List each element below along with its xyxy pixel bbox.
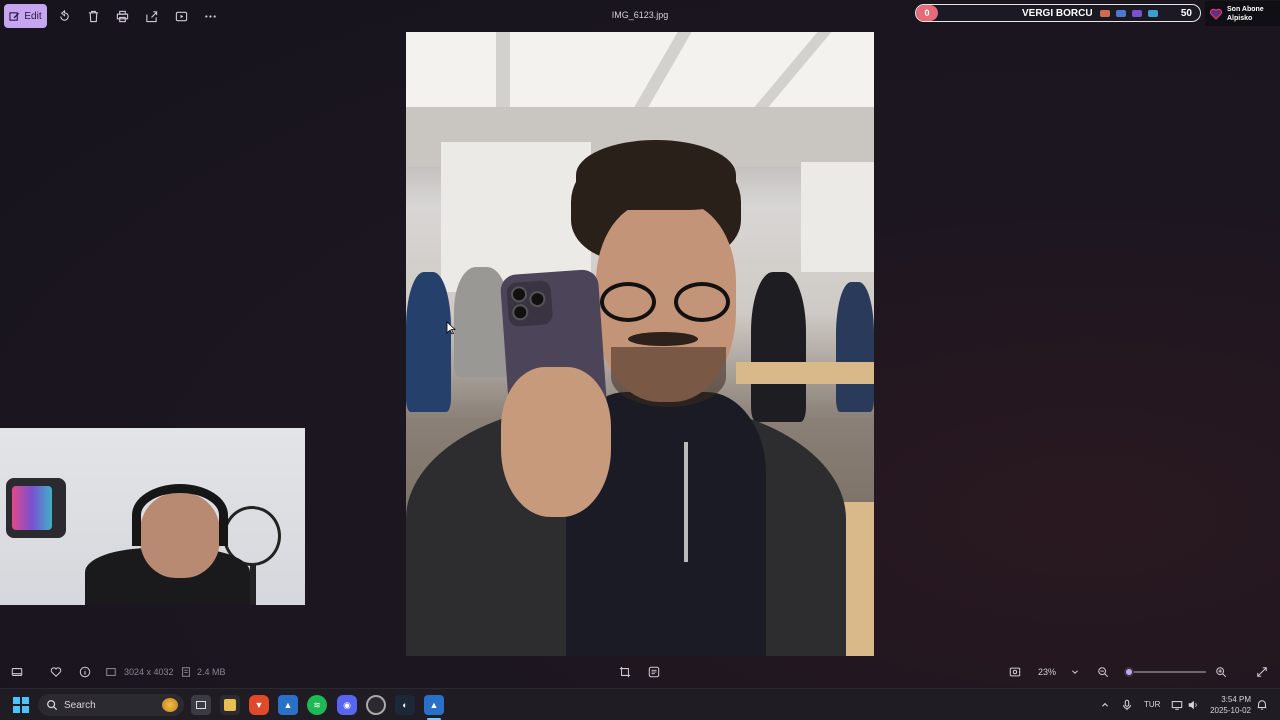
- chevron-up-icon[interactable]: [1098, 698, 1112, 712]
- photos-app-icon[interactable]: ▲: [278, 695, 298, 715]
- overlay-counter-right: 50: [1180, 8, 1192, 19]
- system-clock[interactable]: 3:54 PM 2025-10-02: [1205, 694, 1251, 716]
- filmstrip-icon[interactable]: [10, 665, 24, 679]
- fit-to-window-icon[interactable]: [1008, 665, 1022, 679]
- search-placeholder: Search: [64, 699, 96, 711]
- file-size-icon: [179, 665, 193, 679]
- photos-app-window: Edit IMG_6123.jpg 0 VERGI BORCU 50 Son A…: [0, 0, 1280, 688]
- search-highlight-icon: [162, 698, 178, 712]
- overlay-title: VERGI BORCU: [1022, 8, 1093, 19]
- print-icon[interactable]: [114, 8, 130, 24]
- visual-search-icon[interactable]: [647, 665, 661, 679]
- overlay-counter-left: 0: [916, 5, 938, 21]
- edit-button[interactable]: Edit: [4, 4, 47, 28]
- obs-studio-icon[interactable]: [366, 695, 386, 715]
- last-subscriber-box: Son Abone Alpisko: [1205, 1, 1280, 26]
- file-title: IMG_6123.jpg: [611, 10, 669, 20]
- overlay-decor: [1100, 10, 1158, 17]
- edit-label: Edit: [24, 10, 42, 22]
- notification-bell-icon[interactable]: [1255, 698, 1269, 712]
- spotify-icon[interactable]: ≋: [307, 695, 327, 715]
- edit-icon: [9, 11, 20, 21]
- file-size: 2.4 MB: [197, 667, 226, 677]
- search-icon: [47, 700, 58, 711]
- heart-icon: [1209, 8, 1223, 20]
- more-options-icon[interactable]: [202, 8, 218, 24]
- start-button[interactable]: [13, 697, 29, 713]
- favorite-icon[interactable]: [49, 665, 63, 679]
- webcam-overlay: [0, 428, 305, 605]
- share-icon[interactable]: [143, 8, 159, 24]
- fullscreen-icon[interactable]: [1255, 665, 1269, 679]
- dimensions-icon: [104, 665, 118, 679]
- file-explorer-app-icon[interactable]: [220, 695, 240, 715]
- zoom-level[interactable]: 23%: [1038, 667, 1056, 677]
- clock-date: 2025-10-02: [1210, 706, 1251, 715]
- subscriber-label: Son Abone: [1227, 5, 1264, 13]
- zoom-slider-track[interactable]: [1126, 671, 1206, 673]
- rotate-icon[interactable]: [56, 8, 72, 24]
- chevron-down-icon[interactable]: [1068, 665, 1082, 679]
- photos-active-app-icon[interactable]: ▲: [424, 695, 444, 715]
- task-view-icon[interactable]: [191, 695, 211, 715]
- zoom-out-icon[interactable]: [1096, 665, 1110, 679]
- input-language[interactable]: TUR: [1144, 700, 1160, 709]
- zoom-in-icon[interactable]: [1214, 665, 1228, 679]
- clock-time: 3:54 PM: [1221, 695, 1251, 704]
- subscriber-name: Alpisko: [1227, 14, 1253, 22]
- taskbar-search[interactable]: Search: [38, 694, 184, 716]
- slideshow-icon[interactable]: [173, 8, 189, 24]
- image-dimensions: 3024 x 4032: [124, 667, 174, 677]
- steam-icon[interactable]: ◐: [395, 695, 415, 715]
- info-icon[interactable]: [78, 665, 92, 679]
- bottom-status-bar: 3024 x 4032 2.4 MB 23%: [0, 660, 1280, 684]
- discord-icon[interactable]: ◉: [337, 695, 357, 715]
- main-photo[interactable]: [406, 32, 874, 656]
- stream-overlay-bar: 0 VERGI BORCU 50: [915, 4, 1201, 22]
- crop-icon[interactable]: [618, 665, 632, 679]
- volume-icon[interactable]: [1186, 698, 1200, 712]
- microphone-icon[interactable]: [1120, 698, 1134, 712]
- network-icon[interactable]: [1170, 698, 1184, 712]
- delete-icon[interactable]: [85, 8, 101, 24]
- windows-taskbar: Search ▼ ▲ ≋ ◉ ◐ ▲ TUR 3:54 PM 2025-10-0…: [0, 688, 1280, 720]
- zoom-slider-thumb[interactable]: [1124, 667, 1135, 677]
- mouse-cursor-icon: [446, 321, 456, 335]
- brave-browser-icon[interactable]: ▼: [249, 695, 269, 715]
